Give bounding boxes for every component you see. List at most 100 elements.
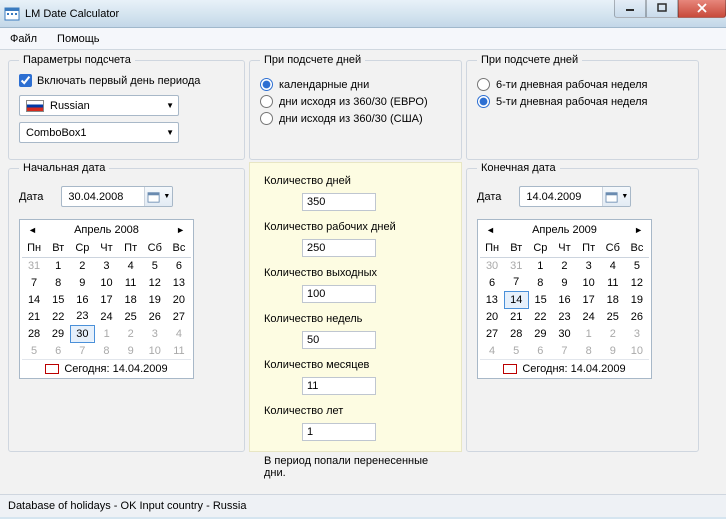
cal-day[interactable]: 9 [70,274,94,291]
cal-day[interactable]: 12 [143,274,167,291]
radio-360-usa[interactable] [260,112,273,125]
radio-5day-row[interactable]: 5-ти дневная рабочая неделя [477,95,688,108]
cal-day[interactable]: 13 [167,274,191,291]
cal-day[interactable]: 8 [528,274,552,291]
cal-day[interactable]: 2 [119,325,143,342]
end-date-input[interactable] [520,189,602,205]
combobox1[interactable]: ComboBox1 ▼ [19,122,179,143]
language-combo[interactable]: Russian ▼ [19,95,179,116]
cal-day[interactable]: 10 [625,342,649,359]
cal-day[interactable]: 2 [70,257,94,274]
cal-day[interactable]: 8 [46,274,70,291]
cal-day[interactable]: 30 [552,325,576,342]
cal-day[interactable]: 2 [601,325,625,342]
radio-6day-row[interactable]: 6-ти дневная рабочая неделя [477,78,688,91]
cal-day[interactable]: 28 [504,325,528,342]
start-date-input[interactable] [62,189,144,205]
radio-6day[interactable] [477,78,490,91]
cal-day[interactable]: 5 [504,342,528,359]
cal-day[interactable]: 12 [625,274,649,291]
radio-360-euro[interactable] [260,95,273,108]
cal-day[interactable]: 30 [480,257,504,274]
cal-today-label[interactable]: Сегодня: 14.04.2009 [522,363,625,375]
cal-day[interactable]: 9 [552,274,576,291]
cal-day[interactable]: 14 [22,291,46,308]
end-calendar[interactable]: ◄Апрель 2009►ПнВтСрЧтПтСбВс3031123456789… [477,219,652,379]
cal-day[interactable]: 26 [625,308,649,325]
cal-day[interactable]: 6 [167,257,191,274]
radio-calendar-days-row[interactable]: календарные дни [260,78,451,91]
workdays-input[interactable] [302,239,376,257]
cal-day[interactable]: 4 [119,257,143,274]
cal-day[interactable]: 26 [143,308,167,325]
cal-day[interactable]: 6 [480,274,504,291]
cal-day[interactable]: 27 [480,325,504,342]
cal-day[interactable]: 15 [528,291,552,308]
include-first-day-label[interactable]: Включать первый день периода [19,74,234,87]
cal-day[interactable]: 11 [601,274,625,291]
cal-day[interactable]: 24 [94,308,118,325]
cal-day[interactable]: 6 [528,342,552,359]
menu-help[interactable]: Помощь [53,31,104,47]
cal-day[interactable]: 21 [504,308,528,325]
cal-day[interactable]: 8 [577,342,601,359]
cal-day[interactable]: 3 [94,257,118,274]
cal-day[interactable]: 15 [46,291,70,308]
cal-day[interactable]: 17 [94,291,118,308]
years-input[interactable] [302,423,376,441]
start-date-input-wrap[interactable]: ▼ [61,186,173,207]
cal-day[interactable]: 29 [46,325,70,342]
cal-day[interactable]: 10 [577,274,601,291]
radio-360-usa-row[interactable]: дни исходя из 360/30 (США) [260,112,451,125]
weeks-input[interactable] [302,331,376,349]
cal-day[interactable]: 11 [119,274,143,291]
cal-day[interactable]: 5 [22,342,46,359]
cal-next-button[interactable]: ► [174,225,187,235]
cal-day[interactable]: 3 [143,325,167,342]
cal-day[interactable]: 16 [70,291,94,308]
radio-5day[interactable] [477,95,490,108]
cal-day[interactable]: 17 [577,291,601,308]
cal-day[interactable]: 23 [552,308,576,325]
cal-day[interactable]: 3 [625,325,649,342]
cal-day[interactable]: 19 [143,291,167,308]
cal-prev-button[interactable]: ◄ [484,225,497,235]
cal-day[interactable]: 30 [70,325,94,342]
cal-day[interactable]: 13 [480,291,504,308]
cal-day[interactable]: 5 [625,257,649,274]
cal-day[interactable]: 3 [577,257,601,274]
cal-day[interactable]: 1 [46,257,70,274]
cal-next-button[interactable]: ► [632,225,645,235]
cal-day[interactable]: 28 [22,325,46,342]
cal-day[interactable]: 24 [577,308,601,325]
start-calendar[interactable]: ◄Апрель 2008►ПнВтСрЧтПтСбВс3112345678910… [19,219,194,379]
cal-day[interactable]: 29 [528,325,552,342]
cal-day[interactable]: 1 [528,257,552,274]
cal-day[interactable]: 7 [70,342,94,359]
maximize-button[interactable] [646,0,678,18]
cal-day[interactable]: 10 [94,274,118,291]
cal-day[interactable]: 11 [167,342,191,359]
cal-day[interactable]: 10 [143,342,167,359]
cal-today-label[interactable]: Сегодня: 14.04.2009 [64,363,167,375]
cal-day[interactable]: 31 [504,257,528,274]
cal-day[interactable]: 19 [625,291,649,308]
cal-day[interactable]: 2 [552,257,576,274]
cal-day[interactable]: 16 [552,291,576,308]
weekends-input[interactable] [302,285,376,303]
include-first-day-checkbox[interactable] [19,74,32,87]
cal-day[interactable]: 27 [167,308,191,325]
cal-day[interactable]: 7 [22,274,46,291]
start-date-picker-button[interactable]: ▼ [144,187,172,206]
cal-day[interactable]: 31 [22,257,46,274]
cal-day[interactable]: 22 [528,308,552,325]
cal-day[interactable]: 20 [480,308,504,325]
menu-file[interactable]: Файл [6,31,41,47]
cal-day[interactable]: 25 [601,308,625,325]
cal-day[interactable]: 1 [577,325,601,342]
cal-day[interactable]: 6 [46,342,70,359]
cal-day[interactable]: 20 [167,291,191,308]
radio-calendar-days[interactable] [260,78,273,91]
cal-day[interactable]: 5 [143,257,167,274]
radio-360-euro-row[interactable]: дни исходя из 360/30 (ЕВРО) [260,95,451,108]
